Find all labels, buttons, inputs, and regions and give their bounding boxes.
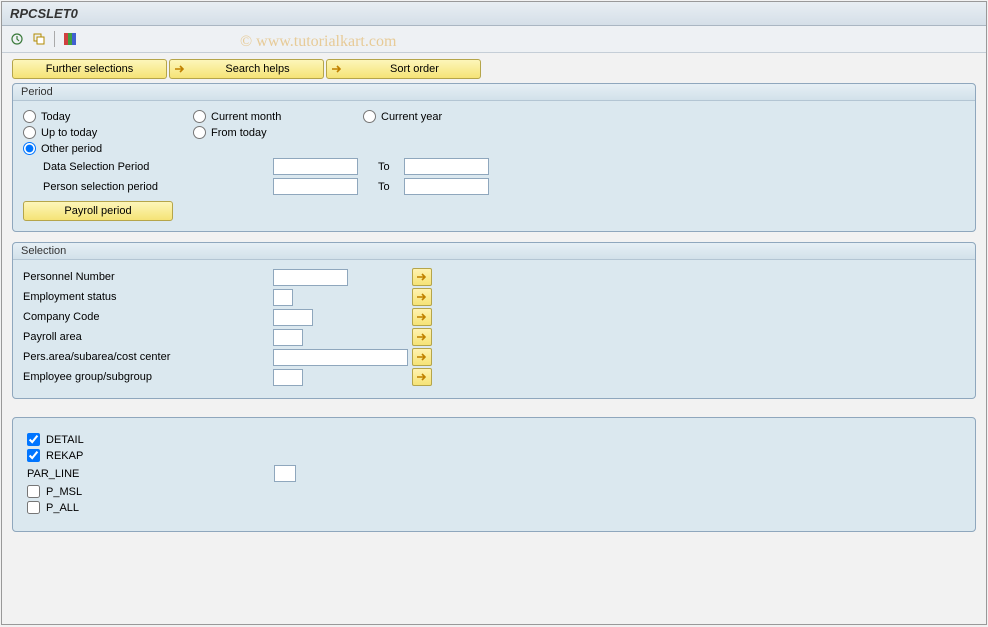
radio-from-today-input[interactable]: [193, 126, 206, 139]
options-panel-body: DETAIL REKAP PAR_LINE P_MSL P_ALL: [13, 418, 975, 531]
content-area: Further selections Search helps Sort ord…: [2, 53, 986, 548]
selection-panel: Selection Personnel Number Employment st…: [12, 242, 976, 399]
payroll-period-button[interactable]: Payroll period: [23, 201, 173, 221]
rekap-checkbox[interactable]: [27, 449, 40, 462]
pers-area-input[interactable]: [273, 349, 408, 366]
payroll-area-multi-button[interactable]: [412, 328, 432, 346]
par-line-row: PAR_LINE: [27, 465, 965, 482]
options-panel: DETAIL REKAP PAR_LINE P_MSL P_ALL: [12, 417, 976, 532]
to-label: To: [378, 161, 390, 173]
detail-checkbox[interactable]: [27, 433, 40, 446]
radio-from-today[interactable]: From today: [193, 126, 363, 139]
employment-status-input[interactable]: [273, 289, 293, 306]
radio-up-to-today-label: Up to today: [41, 127, 97, 139]
person-selection-period-label: Person selection period: [43, 181, 273, 193]
p-msl-checkbox[interactable]: [27, 485, 40, 498]
radio-other-period-input[interactable]: [23, 142, 36, 155]
employee-group-label: Employee group/subgroup: [23, 371, 273, 383]
radio-up-to-today-input[interactable]: [23, 126, 36, 139]
radio-today[interactable]: Today: [23, 110, 193, 123]
detail-label: DETAIL: [46, 434, 84, 446]
window-title: RPCSLET0: [10, 6, 78, 21]
radio-current-month-label: Current month: [211, 111, 281, 123]
radio-current-year[interactable]: Current year: [363, 110, 533, 123]
par-line-input[interactable]: [274, 465, 296, 482]
selection-panel-title: Selection: [13, 243, 975, 260]
company-code-multi-button[interactable]: [412, 308, 432, 326]
pers-area-label: Pers.area/subarea/cost center: [23, 351, 273, 363]
employee-group-multi-button[interactable]: [412, 368, 432, 386]
radio-current-month[interactable]: Current month: [193, 110, 363, 123]
rekap-checkbox-row[interactable]: REKAP: [27, 449, 965, 462]
app-window: RPCSLET0 Further selections Search helps: [1, 1, 987, 625]
employee-group-input[interactable]: [273, 369, 303, 386]
data-selection-to-input[interactable]: [404, 158, 489, 175]
personnel-number-input[interactable]: [273, 269, 348, 286]
app-toolbar: [2, 26, 986, 53]
arrow-right-icon: [331, 64, 343, 74]
company-code-input[interactable]: [273, 309, 313, 326]
data-selection-period-label: Data Selection Period: [43, 161, 273, 173]
rekap-label: REKAP: [46, 450, 83, 462]
selection-panel-body: Personnel Number Employment status Compa…: [13, 260, 975, 398]
employment-status-label: Employment status: [23, 291, 273, 303]
period-panel-body: Today Current month Current year Up to t…: [13, 101, 975, 231]
radio-up-to-today[interactable]: Up to today: [23, 126, 193, 139]
par-line-label: PAR_LINE: [27, 468, 274, 480]
search-helps-button[interactable]: Search helps: [169, 59, 324, 79]
variants-icon[interactable]: [30, 30, 48, 48]
radio-today-label: Today: [41, 111, 70, 123]
execute-icon[interactable]: [8, 30, 26, 48]
p-all-checkbox-row[interactable]: P_ALL: [27, 501, 965, 514]
payroll-period-label: Payroll period: [24, 205, 172, 217]
to-label: To: [378, 181, 390, 193]
search-helps-label: Search helps: [192, 63, 323, 75]
p-msl-checkbox-row[interactable]: P_MSL: [27, 485, 965, 498]
p-all-label: P_ALL: [46, 502, 79, 514]
p-msl-label: P_MSL: [46, 486, 82, 498]
sort-order-label: Sort order: [349, 63, 480, 75]
radio-current-year-label: Current year: [381, 111, 442, 123]
toolbar-separator: [54, 31, 55, 47]
further-selections-label: Further selections: [13, 63, 166, 75]
p-all-checkbox[interactable]: [27, 501, 40, 514]
data-selection-from-input[interactable]: [273, 158, 358, 175]
period-panel: Period Today Current month Current year …: [12, 83, 976, 232]
radio-from-today-label: From today: [211, 127, 267, 139]
payroll-area-label: Payroll area: [23, 331, 273, 343]
person-selection-to-input[interactable]: [404, 178, 489, 195]
further-selections-button[interactable]: Further selections: [12, 59, 167, 79]
radio-today-input[interactable]: [23, 110, 36, 123]
personnel-number-label: Personnel Number: [23, 271, 273, 283]
detail-checkbox-row[interactable]: DETAIL: [27, 433, 965, 446]
company-code-label: Company Code: [23, 311, 273, 323]
titlebar: RPCSLET0: [2, 2, 986, 26]
sort-order-button[interactable]: Sort order: [326, 59, 481, 79]
employment-status-multi-button[interactable]: [412, 288, 432, 306]
radio-other-period-label: Other period: [41, 143, 102, 155]
radio-current-month-input[interactable]: [193, 110, 206, 123]
selection-button-row: Further selections Search helps Sort ord…: [12, 59, 976, 79]
pers-area-multi-button[interactable]: [412, 348, 432, 366]
period-panel-title: Period: [13, 84, 975, 101]
personnel-number-multi-button[interactable]: [412, 268, 432, 286]
payroll-area-input[interactable]: [273, 329, 303, 346]
color-legend-icon[interactable]: [61, 30, 79, 48]
arrow-right-icon: [174, 64, 186, 74]
person-selection-from-input[interactable]: [273, 178, 358, 195]
radio-current-year-input[interactable]: [363, 110, 376, 123]
radio-other-period[interactable]: Other period: [23, 142, 193, 155]
